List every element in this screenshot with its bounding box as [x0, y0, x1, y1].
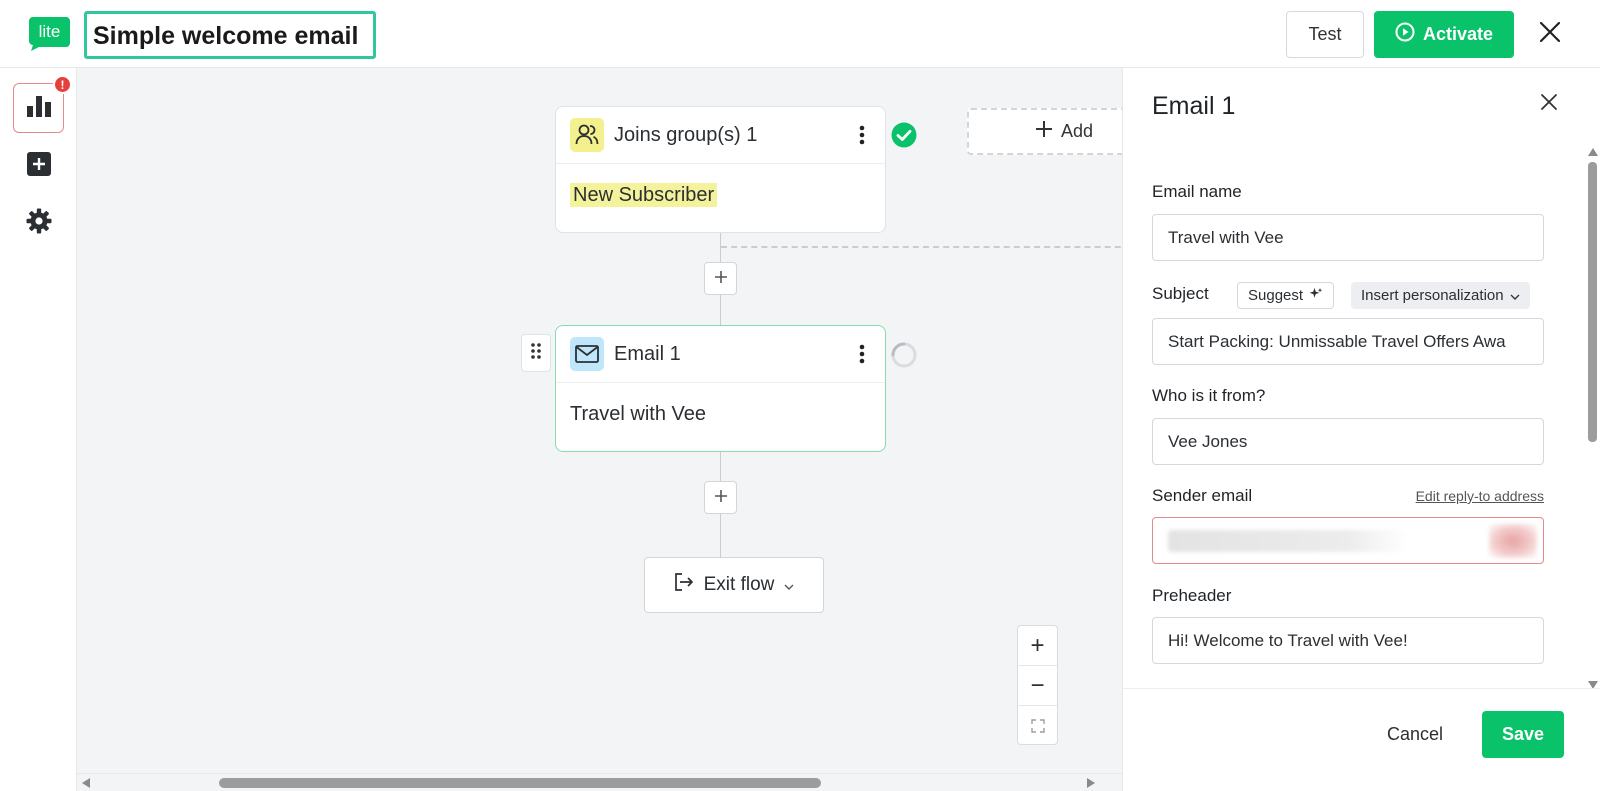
panel-footer: Cancel Save	[1123, 688, 1600, 791]
bar-chart-icon	[26, 94, 52, 123]
panel-form: Email name Travel with Vee Subject Sugge…	[1123, 146, 1583, 688]
activate-button[interactable]: Activate	[1374, 11, 1514, 58]
plus-icon	[714, 267, 728, 290]
scrollbar-thumb[interactable]	[1588, 162, 1597, 442]
left-sidebar: !	[0, 68, 77, 791]
sidebar-item-settings[interactable]	[13, 198, 64, 248]
branch-connector-line	[721, 246, 1122, 248]
gear-icon	[26, 208, 52, 239]
svg-text:lite: lite	[39, 22, 61, 41]
suggest-button[interactable]: Suggest	[1237, 282, 1335, 309]
check-circle-icon	[891, 122, 917, 153]
add-step-button[interactable]	[704, 481, 737, 514]
scrollbar-thumb[interactable]	[219, 778, 821, 788]
exit-flow-node[interactable]: Exit flow	[644, 557, 824, 613]
envelope-icon	[570, 337, 604, 371]
mailerlite-logo[interactable]: lite	[29, 17, 70, 51]
cancel-button[interactable]: Cancel	[1366, 711, 1464, 758]
add-label: Add	[1061, 121, 1094, 141]
exit-icon	[674, 573, 694, 597]
email-node-header: Email 1	[556, 326, 885, 383]
loading-spinner-icon	[890, 341, 918, 374]
scroll-up-arrow-icon[interactable]	[1588, 148, 1598, 156]
insert-personalization-dropdown[interactable]: Insert personalization	[1351, 282, 1530, 309]
drag-handle[interactable]	[521, 334, 551, 372]
warning-badge: !	[53, 75, 72, 94]
sidebar-item-add[interactable]	[13, 141, 64, 191]
close-icon	[1539, 21, 1561, 48]
email-settings-panel: Email 1 Email name Travel with Vee Subje…	[1122, 68, 1600, 791]
trigger-node-title: Joins group(s) 1	[614, 123, 758, 146]
zoom-in-button[interactable]: +	[1018, 626, 1057, 666]
email-node[interactable]: Email 1 Travel with Vee	[555, 325, 886, 452]
close-icon	[1540, 93, 1558, 116]
sender-email-label: Sender email	[1152, 486, 1253, 505]
suggest-label: Suggest	[1248, 287, 1304, 304]
group-tag: New Subscriber	[570, 183, 718, 207]
panel-scrollbar[interactable]	[1583, 146, 1600, 691]
plus-icon	[1035, 120, 1053, 143]
from-name-label: Who is it from?	[1152, 386, 1266, 405]
preheader-label: Preheader	[1152, 586, 1232, 605]
plus-square-icon	[26, 151, 51, 181]
users-icon	[570, 118, 604, 152]
fit-view-button[interactable]	[1018, 706, 1057, 746]
error-indicator	[1489, 524, 1537, 558]
sidebar-item-stats[interactable]: !	[13, 75, 72, 133]
save-button[interactable]: Save	[1482, 711, 1564, 758]
email-node-title: Email 1	[614, 342, 681, 365]
exit-flow-label: Exit flow	[703, 574, 775, 595]
edit-reply-to-link[interactable]: Edit reply-to address	[1416, 488, 1544, 504]
email-name-input[interactable]: Travel with Vee	[1152, 214, 1544, 261]
insert-personalization-label: Insert personalization	[1361, 287, 1504, 304]
chevron-down-icon	[1510, 287, 1520, 304]
horizontal-scrollbar[interactable]	[77, 773, 1122, 791]
close-editor-button[interactable]	[1534, 18, 1566, 50]
sender-email-input[interactable]	[1152, 517, 1544, 564]
chevron-down-icon	[784, 574, 794, 596]
zoom-out-button[interactable]: −	[1018, 666, 1057, 706]
redacted-email	[1168, 530, 1408, 552]
scroll-left-arrow-icon[interactable]	[82, 778, 90, 788]
email-node-menu-button[interactable]	[853, 342, 871, 366]
grip-icon	[530, 342, 542, 365]
zoom-controls: + −	[1017, 625, 1058, 745]
play-circle-icon	[1395, 22, 1415, 47]
scroll-right-arrow-icon[interactable]	[1087, 778, 1095, 788]
close-panel-button[interactable]	[1537, 92, 1561, 116]
panel-title: Email 1	[1152, 92, 1236, 120]
workflow-title-input[interactable]: Simple welcome email	[84, 11, 376, 59]
trigger-node-menu-button[interactable]	[853, 123, 871, 147]
from-name-input[interactable]: Vee Jones	[1152, 418, 1544, 465]
subject-input[interactable]: Start Packing: Unmissable Travel Offers …	[1152, 318, 1544, 365]
activate-label: Activate	[1422, 24, 1494, 44]
test-button[interactable]: Test	[1286, 11, 1364, 58]
trigger-node-body: New Subscriber	[556, 164, 885, 227]
plus-icon	[714, 486, 728, 509]
subject-label: Subject	[1152, 284, 1209, 303]
workflow-canvas[interactable]: Joins group(s) 1 New Subscriber Add Emai…	[77, 68, 1122, 773]
email-node-body: Travel with Vee	[570, 403, 706, 425]
sparkles-icon	[1309, 287, 1323, 305]
trigger-node-header: Joins group(s) 1	[556, 107, 885, 164]
preheader-input[interactable]: Hi! Welcome to Travel with Vee!	[1152, 617, 1544, 664]
add-branch-button[interactable]: Add	[967, 108, 1122, 155]
trigger-node[interactable]: Joins group(s) 1 New Subscriber	[555, 106, 886, 233]
top-bar: lite Simple welcome email Test Activate	[0, 0, 1600, 68]
email-name-label: Email name	[1152, 182, 1242, 201]
add-step-button[interactable]	[704, 262, 737, 295]
expand-icon	[1030, 712, 1045, 740]
